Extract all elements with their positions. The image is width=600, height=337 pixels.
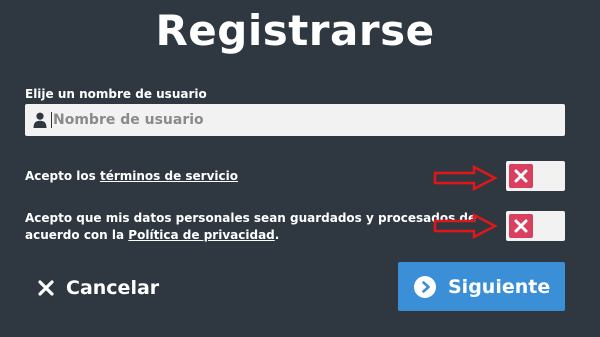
terms-of-service-link[interactable]: términos de servicio (100, 169, 238, 183)
terms-text: Acepto los términos de servicio (25, 169, 238, 183)
close-icon (38, 280, 54, 296)
next-button[interactable]: Siguiente (398, 262, 565, 311)
arrow-annotation-icon (433, 213, 498, 239)
username-label: Elije un nombre de usuario (25, 87, 207, 101)
page-title: Registrarse (155, 6, 435, 55)
arrow-annotation-icon (433, 165, 498, 191)
privacy-toggle[interactable] (506, 211, 565, 241)
privacy-suffix: . (274, 228, 280, 242)
terms-toggle[interactable] (506, 161, 565, 191)
privacy-policy-link[interactable]: Política de privacidad (128, 228, 274, 242)
terms-prefix: Acepto los (25, 169, 100, 183)
cancel-button[interactable]: Cancelar (38, 273, 159, 303)
username-field[interactable] (25, 104, 565, 136)
user-icon (33, 112, 47, 128)
chevron-right-circle-icon (414, 275, 436, 298)
privacy-text: Acepto que mis datos personales sean gua… (25, 210, 495, 244)
cancel-label: Cancelar (66, 277, 160, 299)
toggle-off-knob (509, 214, 533, 238)
text-caret (51, 112, 52, 128)
next-label: Siguiente (448, 275, 551, 298)
close-icon (514, 219, 528, 233)
close-icon (514, 169, 528, 183)
toggle-off-knob (509, 164, 533, 188)
username-input[interactable] (53, 104, 553, 136)
